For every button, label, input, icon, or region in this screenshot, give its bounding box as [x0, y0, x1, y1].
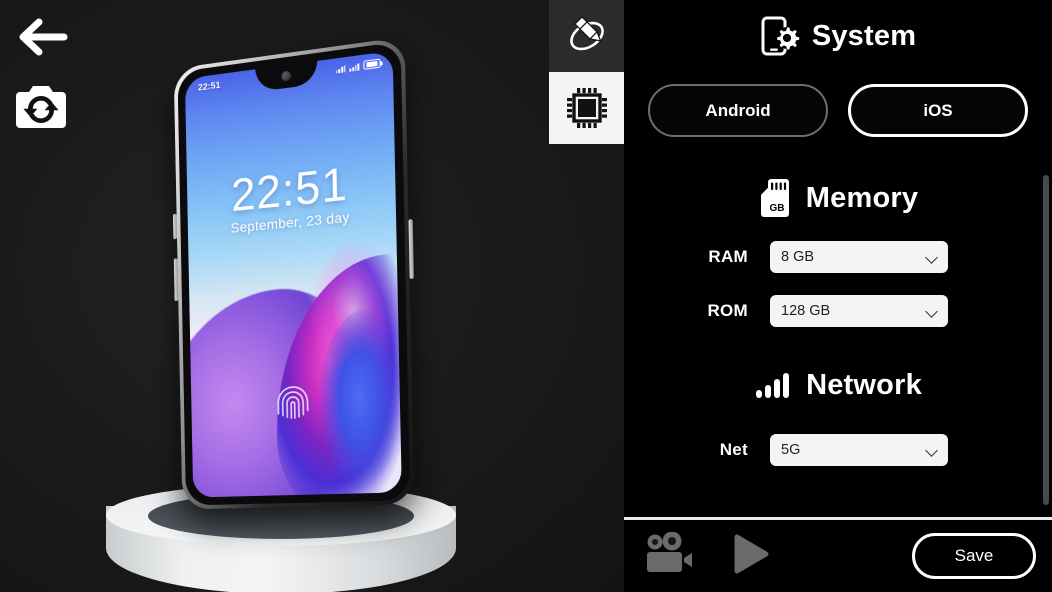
phone-volume-up-button: [172, 213, 178, 240]
section-title-memory: Memory: [805, 181, 919, 214]
os-option-android[interactable]: Android: [648, 84, 828, 137]
phone-power-button: [408, 219, 414, 280]
section-title-network: Network: [806, 369, 922, 401]
tab-edit[interactable]: [549, 0, 624, 72]
battery-full-icon: [363, 58, 381, 70]
tab-hardware[interactable]: [549, 72, 624, 144]
chevron-down-icon: [927, 252, 938, 263]
app-root: 22:51 22:51 September, 23 day System And…: [0, 0, 1052, 592]
section-title-system: System: [811, 19, 917, 52]
phone-frame: 22:51 22:51 September, 23 day: [173, 36, 415, 510]
phone-screen: 22:51 22:51 September, 23 day: [184, 50, 402, 498]
select-net[interactable]: 5G: [770, 434, 948, 466]
reset-camera-button[interactable]: [14, 82, 68, 132]
statusbar-icons: [335, 58, 381, 74]
phone-model[interactable]: 22:51 22:51 September, 23 day: [172, 36, 415, 510]
fingerprint-icon[interactable]: [273, 380, 313, 428]
camera-reset-icon: [16, 86, 66, 128]
tab-rail: [549, 0, 624, 144]
arrow-left-icon: [19, 18, 68, 56]
record-video-button[interactable]: [644, 531, 700, 581]
signal-bars-icon-2: [349, 62, 360, 72]
bottom-toolbar: Save: [624, 520, 1052, 592]
chevron-down-icon: [927, 445, 938, 456]
back-button[interactable]: [14, 14, 70, 60]
signal-bars-icon: [756, 372, 790, 398]
model-viewport[interactable]: 22:51 22:51 September, 23 day: [0, 0, 624, 592]
section-header-memory: GB Memory: [624, 177, 1052, 219]
play-icon: [734, 534, 769, 573]
pencil-orbit-icon: [569, 16, 604, 51]
phone-gear-icon: [761, 16, 800, 56]
section-header-network: Network: [624, 369, 1052, 402]
field-row-net: Net 5G: [624, 434, 1052, 466]
field-row-ram: RAM 8 GB: [624, 241, 1052, 273]
phone-bezel: 22:51 22:51 September, 23 day: [177, 41, 411, 506]
select-ram[interactable]: 8 GB: [770, 241, 948, 273]
save-button[interactable]: Save: [912, 533, 1036, 579]
select-rom-value: 128 GB: [781, 303, 831, 319]
panel-scrollbar[interactable]: [1043, 175, 1049, 505]
field-label-ram: RAM: [708, 247, 748, 266]
field-label-net: Net: [719, 440, 748, 459]
svg-text:GB: GB: [769, 203, 784, 214]
field-row-rom: ROM 128 GB: [624, 295, 1052, 327]
video-camera-icon: [647, 531, 692, 572]
play-button[interactable]: [728, 532, 772, 581]
sd-card-gb-icon: GB: [760, 179, 789, 217]
select-ram-value: 8 GB: [781, 249, 815, 265]
select-rom[interactable]: 128 GB: [770, 295, 948, 327]
settings-scroll-area[interactable]: System Android iOS GB Memory RAM 8 GB RO…: [624, 0, 1052, 518]
signal-bars-icon: [335, 64, 346, 74]
cpu-chip-icon: [566, 88, 607, 128]
section-header-system: System: [624, 14, 1052, 58]
settings-panel: System Android iOS GB Memory RAM 8 GB RO…: [624, 0, 1052, 592]
select-net-value: 5G: [781, 442, 801, 458]
field-label-rom: ROM: [707, 301, 748, 320]
os-option-ios[interactable]: iOS: [848, 84, 1028, 137]
os-selector: Android iOS: [624, 84, 1052, 137]
chevron-down-icon: [927, 306, 938, 317]
statusbar-time: 22:51: [197, 79, 221, 93]
